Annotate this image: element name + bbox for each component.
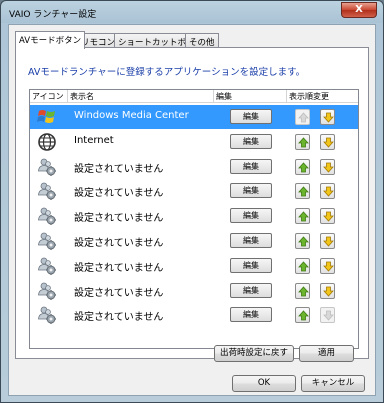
app-display-name: 設定されていません	[74, 238, 164, 249]
move-up-button[interactable]	[295, 109, 310, 125]
column-header-name[interactable]: 表示名	[68, 90, 214, 103]
cancel-button[interactable]: キャンセル	[301, 375, 365, 392]
move-up-button[interactable]	[295, 208, 310, 225]
close-button[interactable]: X	[341, 2, 377, 18]
move-up-button[interactable]	[295, 282, 310, 299]
edit-button[interactable]: 編集	[230, 307, 272, 323]
app-display-name: 設定されていません	[74, 213, 164, 225]
list-row[interactable]: 設定されていません 編集	[30, 229, 358, 253]
move-up-button[interactable]	[295, 183, 310, 200]
move-up-button[interactable]	[295, 158, 310, 175]
title-bar[interactable]: VAIO ランチャー設定 X	[1, 1, 383, 23]
reset-defaults-button[interactable]: 出荷時設定に戻す	[214, 345, 294, 362]
dialog-client-area: AVモードボタン リモコン ショートカットボタン その他 AVモードランチャーに…	[8, 24, 376, 396]
app-display-name: 設定されていません	[74, 188, 164, 200]
list-header: アイコン 表示名 編集 表示順変更	[30, 90, 358, 103]
move-down-button[interactable]	[320, 183, 335, 200]
edit-button[interactable]: 編集	[230, 208, 272, 224]
tab-other[interactable]: その他	[185, 33, 219, 48]
ok-button[interactable]: OK	[232, 375, 296, 392]
move-up-button[interactable]	[295, 233, 310, 249]
list-row[interactable]: Internet 編集	[30, 130, 358, 154]
move-down-button[interactable]	[320, 158, 335, 175]
window-title: VAIO ランチャー設定	[9, 10, 97, 20]
app-display-name: Windows Media Center	[74, 110, 189, 121]
app-display-name: 設定されていません	[74, 287, 164, 299]
edit-button[interactable]: 編集	[230, 257, 272, 273]
edit-button[interactable]: 編集	[230, 233, 272, 248]
app-list[interactable]: アイコン 表示名 編集 表示順変更 Windows Media Center 編集…	[29, 89, 359, 349]
list-row[interactable]: Windows Media Center 編集	[30, 105, 358, 129]
av-mode-tab-panel: AVモードランチャーに登録するアプリケーションを設定します。 アイコン 表示名 …	[15, 47, 369, 359]
move-down-button[interactable]	[320, 208, 335, 225]
settings-window: VAIO ランチャー設定 X AVモードボタン リモコン ショートカットボタン …	[0, 0, 384, 403]
app-display-name: Internet	[74, 134, 114, 146]
users-gear-icon	[37, 231, 57, 251]
tab-av-mode-button[interactable]: AVモードボタン	[15, 31, 86, 49]
list-row[interactable]: 設定されていません 編集	[30, 179, 358, 203]
users-gear-icon	[37, 206, 57, 226]
column-header-edit[interactable]: 編集	[214, 90, 287, 103]
move-down-button[interactable]	[320, 133, 335, 150]
list-row[interactable]: 設定されていません 編集	[30, 279, 358, 303]
list-row[interactable]: 設定されていません 編集	[30, 155, 358, 179]
edit-button[interactable]: 編集	[230, 282, 272, 298]
move-down-button[interactable]	[320, 307, 335, 324]
globe-icon	[37, 132, 57, 152]
move-up-button[interactable]	[295, 133, 310, 150]
app-display-name: 設定されていません	[74, 163, 164, 175]
edit-button[interactable]: 編集	[230, 109, 272, 124]
list-row[interactable]: 設定されていません 編集	[30, 303, 358, 327]
users-gear-icon	[37, 281, 57, 301]
users-gear-icon	[37, 305, 57, 325]
instruction-text: AVモードランチャーに登録するアプリケーションを設定します。	[28, 67, 306, 78]
users-gear-icon	[37, 181, 57, 201]
users-gear-icon	[37, 157, 57, 177]
list-row[interactable]: 設定されていません 編集	[30, 204, 358, 228]
edit-button[interactable]: 編集	[230, 183, 272, 199]
move-down-button[interactable]	[320, 282, 335, 299]
list-row[interactable]: 設定されていません 編集	[30, 254, 358, 278]
move-down-button[interactable]	[320, 233, 335, 249]
app-display-name: 設定されていません	[74, 262, 164, 274]
users-gear-icon	[37, 256, 57, 276]
column-header-order[interactable]: 表示順変更	[287, 90, 358, 103]
move-up-button[interactable]	[295, 307, 310, 324]
windows-logo-icon	[37, 107, 57, 127]
edit-button[interactable]: 編集	[230, 133, 272, 149]
column-header-icon[interactable]: アイコン	[30, 90, 68, 103]
app-display-name: 設定されていません	[74, 312, 164, 324]
move-down-button[interactable]	[320, 109, 335, 125]
move-up-button[interactable]	[295, 257, 310, 274]
edit-button[interactable]: 編集	[230, 158, 272, 174]
move-down-button[interactable]	[320, 257, 335, 274]
apply-button[interactable]: 適用	[299, 345, 354, 362]
